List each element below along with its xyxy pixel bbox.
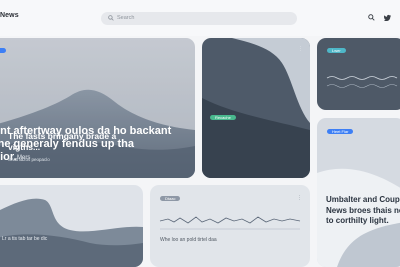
article-headline[interactable]: Umbalter and Couplet's News broes thais … [326,195,400,227]
article-image [202,38,310,178]
top-bar: News Search [0,0,400,36]
twitter-icon[interactable] [384,14,391,21]
article-card[interactable]: Heet Flar [317,118,400,267]
article-card[interactable]: ⋮ Recache [202,38,310,178]
article-badge: Recache [210,115,236,120]
brand-logo[interactable]: News [0,12,19,19]
article-image [317,118,400,267]
more-options-icon[interactable]: ⋮ [298,46,304,52]
article-caption: Lr a tis tab tar be dic [2,236,48,242]
search-icon [108,15,114,21]
article-headline[interactable]: The fasts bringany brade a vigths... [8,131,118,152]
article-badge: Heet Flar [327,129,354,134]
search-input[interactable]: Search [101,12,297,25]
search-icon[interactable] [368,14,375,21]
article-caption: Whe loo an pold tirtel daa [160,237,217,243]
article-card[interactable]: Lr a tis tab tar be dic [0,185,143,267]
article-subtitle: Shathiazos peopaclo [8,157,50,162]
hero-badge [0,48,6,53]
article-image [0,185,143,267]
search-placeholder: Search [117,15,135,21]
article-card[interactable]: Dtaac ⋮ Whe loo an pold tirtel daa [150,185,310,267]
wave-graphic [326,76,398,88]
waveform-graphic [159,216,301,230]
article-card[interactable]: Lwer [317,38,400,110]
